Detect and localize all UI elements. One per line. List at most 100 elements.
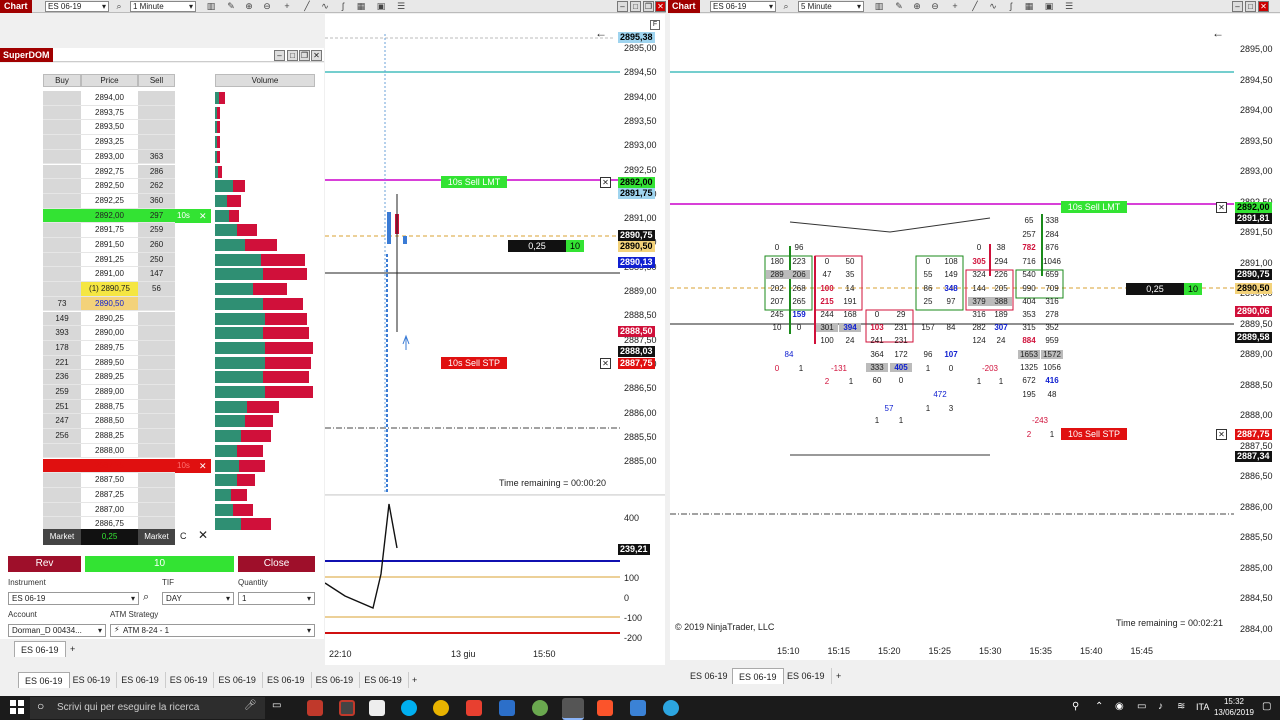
microphone-icon[interactable]: 🎤︎	[244, 700, 257, 711]
atm-select[interactable]: ATM 8-24 - 1	[110, 624, 315, 637]
sell-cell[interactable]	[138, 355, 175, 371]
buy-cell[interactable]	[43, 487, 81, 503]
ladder-row[interactable]: 2887,00	[43, 502, 175, 518]
app-icon[interactable]	[466, 700, 482, 716]
left-interval-select[interactable]: 1 Minute	[130, 1, 196, 12]
sell-cell[interactable]: 250	[138, 252, 175, 268]
ladder-row[interactable]: 247 2888,50	[43, 414, 175, 430]
restore-button[interactable]: ❐	[643, 1, 654, 12]
zoom-out-icon[interactable]: ⊖	[262, 1, 272, 11]
sell-cell[interactable]: 147	[138, 267, 175, 283]
sell-cell[interactable]	[138, 135, 175, 150]
volume-icon[interactable]: ♪	[1158, 701, 1163, 712]
left-chart-title[interactable]: Chart	[0, 0, 32, 13]
reverse-button[interactable]: Rev	[8, 556, 81, 572]
minimize-button[interactable]: –	[617, 1, 628, 12]
sell-cell[interactable]	[138, 443, 175, 459]
sell-cell[interactable]	[138, 370, 175, 385]
sell-cell[interactable]: 56	[138, 282, 175, 297]
app-icon[interactable]	[630, 700, 646, 716]
buy-cell[interactable]: 236	[43, 370, 81, 385]
ladder-row[interactable]: 2894,00	[43, 91, 175, 106]
right-instrument-select[interactable]: ES 06-19	[710, 1, 776, 12]
app-icon[interactable]	[339, 700, 355, 716]
add-tab-button[interactable]: +	[64, 641, 81, 657]
account-select[interactable]: Dorman_D 00434...	[8, 624, 106, 637]
workspace-tab[interactable]: ES 06-19	[212, 672, 263, 688]
chrome-icon[interactable]	[433, 700, 449, 716]
ladder-row[interactable]: 2892,50 262	[43, 179, 175, 194]
cancel-order-icon[interactable]: ✕	[600, 177, 611, 188]
buy-cell[interactable]	[43, 164, 81, 180]
app-icon[interactable]	[499, 700, 515, 716]
right-chart-title[interactable]: Chart	[668, 0, 700, 13]
buy-cell[interactable]	[43, 135, 81, 150]
cancel-order-icon[interactable]: ✕	[199, 459, 207, 473]
sell-cell[interactable]	[138, 311, 175, 327]
zoom-in-icon[interactable]: ⊕	[244, 1, 254, 11]
minimize-button[interactable]: –	[274, 50, 285, 61]
restore-button[interactable]: ❐	[299, 50, 310, 61]
buy-cell[interactable]	[43, 502, 81, 518]
sell-cell[interactable]	[138, 399, 175, 415]
ladder-row[interactable]: 2892,75 286	[43, 164, 175, 180]
ladder-row[interactable]: 393 2890,00	[43, 326, 175, 341]
ladder-row[interactable]: 2887,75 10s ✕	[43, 458, 211, 474]
left-instrument-select[interactable]: ES 06-19	[45, 1, 109, 12]
close-position-button[interactable]: Close	[238, 556, 315, 572]
left-price-axis[interactable]: 2895,00 2894,50 2894,00 2893,50 2893,00 2892,…	[622, 14, 664, 494]
pencil-icon[interactable]: ✎	[894, 1, 904, 11]
ladder-row[interactable]: 2887,50	[43, 473, 175, 488]
zoom-in-icon[interactable]: ⊕	[912, 1, 922, 11]
right-interval-select[interactable]: 5 Minute	[798, 1, 864, 12]
ladder-row[interactable]: 2893,50	[43, 120, 175, 136]
battery-icon[interactable]: ▭	[1137, 701, 1146, 712]
sell-cell[interactable]: 286	[138, 164, 175, 180]
workspace-tab[interactable]: ES 06-19	[67, 672, 118, 688]
sell-cell[interactable]	[138, 91, 175, 106]
workspace-tab[interactable]: ES 06-19	[115, 672, 166, 688]
cancel-order-icon[interactable]: ✕	[600, 358, 611, 369]
search-icon[interactable]: ⌕	[114, 1, 124, 11]
buy-cell[interactable]	[43, 193, 81, 209]
person-icon[interactable]: ⚲	[1072, 701, 1079, 712]
buy-cell[interactable]	[43, 282, 81, 297]
telegram-icon[interactable]	[663, 700, 679, 716]
crosshair-icon[interactable]: +	[950, 1, 960, 11]
line-tool-icon[interactable]: ╱	[302, 1, 312, 11]
close-icon[interactable]: ✕	[198, 528, 208, 542]
buy-cell[interactable]: 393	[43, 326, 81, 341]
app-tray-icon[interactable]: ◉	[1115, 701, 1124, 712]
search-icon[interactable]: ⌕	[781, 1, 791, 11]
zoom-out-icon[interactable]: ⊖	[930, 1, 940, 11]
tif-select[interactable]: DAY	[162, 592, 234, 605]
order-qty-label[interactable]: 10s	[177, 459, 190, 473]
sell-cell[interactable]	[138, 120, 175, 136]
buy-cell[interactable]	[43, 149, 81, 165]
list-icon[interactable]: ☰	[396, 1, 406, 11]
strategies-icon[interactable]: ʃ	[1006, 1, 1016, 11]
ladder-row[interactable]: 221 2889,50	[43, 355, 175, 371]
sell-cell[interactable]	[138, 487, 175, 503]
strategies-icon[interactable]: ʃ	[338, 1, 348, 11]
notification-icon[interactable]: ▢	[1262, 701, 1271, 712]
ladder-row[interactable]: 251 2888,75	[43, 399, 175, 415]
panel-f-icon[interactable]: F	[650, 20, 660, 30]
minimize-button[interactable]: –	[1232, 1, 1243, 12]
quantity-stepper[interactable]: 1	[238, 592, 315, 605]
workspace-tab[interactable]: ES 06-19	[261, 672, 312, 688]
task-view-icon[interactable]: ▭	[272, 700, 281, 711]
sell-lmt-order-label[interactable]: 10s Sell LMT	[1061, 201, 1127, 213]
app-icon[interactable]	[307, 700, 323, 716]
buy-cell[interactable]	[43, 267, 81, 283]
sell-cell[interactable]	[138, 458, 175, 474]
properties-icon[interactable]: ▣	[1044, 1, 1054, 11]
market-sell-button[interactable]: Market	[138, 529, 175, 545]
superdom-title[interactable]: SuperDOM	[0, 48, 53, 62]
maximize-button[interactable]: □	[1245, 1, 1256, 12]
ladder-row[interactable]: 2891,50 260	[43, 238, 175, 253]
skype-icon[interactable]	[401, 700, 417, 716]
language-indicator[interactable]: ITA	[1196, 702, 1209, 712]
chart-tab[interactable]: ES 06-19	[684, 668, 735, 684]
clock-time[interactable]: 15:32	[1213, 697, 1255, 706]
